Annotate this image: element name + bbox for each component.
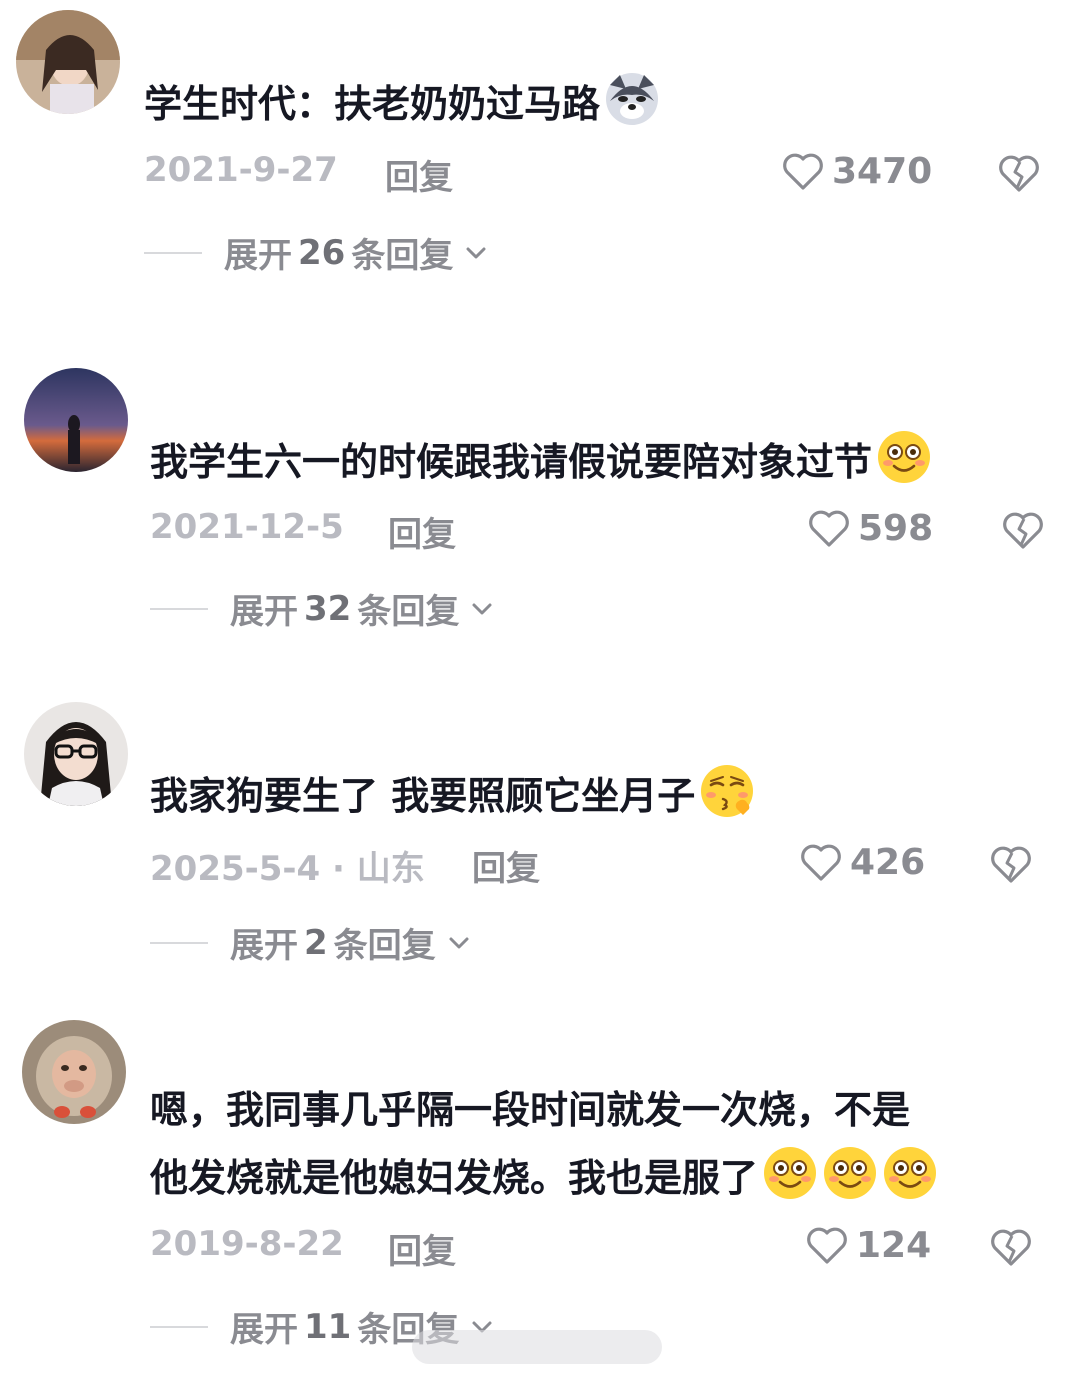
reply-button[interactable]: 回复 [388,1224,456,1273]
comment-item: 我学生六一的时候跟我请假说要陪对象过节 2021-12-5 回复 598 展开 … [0,360,1080,660]
heart-outline-icon [806,505,852,551]
comment-date: 2021-9-27 [144,150,338,190]
like-count: 598 [858,507,934,549]
broken-heart-icon [1000,507,1046,553]
comment-text-line-1: 嗯，我同事几乎隔一段时间就发一次烧，不是 [150,1088,911,1132]
chevron-down-icon [446,930,472,956]
like-count: 426 [850,841,926,883]
smile-emoji-icon [876,429,932,485]
avatar[interactable] [16,10,120,114]
chevron-down-icon [463,240,489,266]
reply-button[interactable]: 回复 [388,507,456,556]
like-button[interactable]: 426 [798,839,925,885]
avatar[interactable] [24,702,128,806]
comment-item: 嗯，我同事几乎隔一段时间就发一次烧，不是 他发烧就是他媳妇发烧。我也是服了 20… [0,1020,1080,1376]
heart-outline-icon [780,148,826,194]
husky-emoji-icon [604,71,660,127]
watermark [412,1330,662,1364]
chevron-down-icon [469,596,495,622]
dislike-button[interactable] [988,1224,1034,1270]
dislike-button[interactable] [996,150,1042,196]
heart-outline-icon [804,1222,850,1268]
smile-emoji-icon [762,1145,818,1201]
avatar[interactable] [24,368,128,472]
heart-outline-icon [798,839,844,885]
dislike-button[interactable] [1000,507,1046,553]
kiss-emoji-icon [699,763,755,819]
smile-emoji-icon [882,1145,938,1201]
comment-item: 学生时代：扶老奶奶过马路 2021-9-27 回复 3470 展开 26 条回复 [0,0,1080,300]
like-count: 124 [856,1224,932,1266]
like-count: 3470 [832,150,933,192]
comment-date: 2019-8-22 [150,1224,344,1264]
divider-line [150,607,208,610]
smile-emoji-icon [822,1145,878,1201]
expand-replies-button[interactable]: 展开 26 条回复 [144,228,489,277]
broken-heart-icon [996,150,1042,196]
comment-text: 学生时代：扶老奶奶过马路 [144,70,660,138]
broken-heart-icon [988,1224,1034,1270]
comment-text-line-2: 他发烧就是他媳妇发烧。我也是服了 [150,1144,938,1212]
dislike-button[interactable] [988,841,1034,887]
expand-replies-button[interactable]: 展开 2 条回复 [150,918,472,967]
divider-line [150,941,208,944]
comment-item: 我家狗要生了 我要照顾它坐月子 2025-5-4 · 山东 回复 426 展开 … [0,700,1080,1000]
like-button[interactable]: 3470 [780,148,932,194]
divider-line [150,1325,208,1328]
broken-heart-icon [988,841,1034,887]
like-button[interactable]: 598 [806,505,933,551]
reply-button[interactable]: 回复 [472,841,540,890]
comment-text: 我学生六一的时候跟我请假说要陪对象过节 [150,428,932,496]
divider-line [144,251,202,254]
reply-button[interactable]: 回复 [385,150,453,199]
like-button[interactable]: 124 [804,1222,931,1268]
comment-date: 2021-12-5 [150,507,344,547]
comment-date: 2025-5-4 · 山东 [150,849,425,889]
comment-text: 我家狗要生了 我要照顾它坐月子 [150,762,755,830]
comment-text: 嗯，我同事几乎隔一段时间就发一次烧，不是 他发烧就是他媳妇发烧。我也是服了 [150,1076,938,1212]
expand-replies-button[interactable]: 展开 32 条回复 [150,584,495,633]
avatar[interactable] [22,1020,126,1124]
